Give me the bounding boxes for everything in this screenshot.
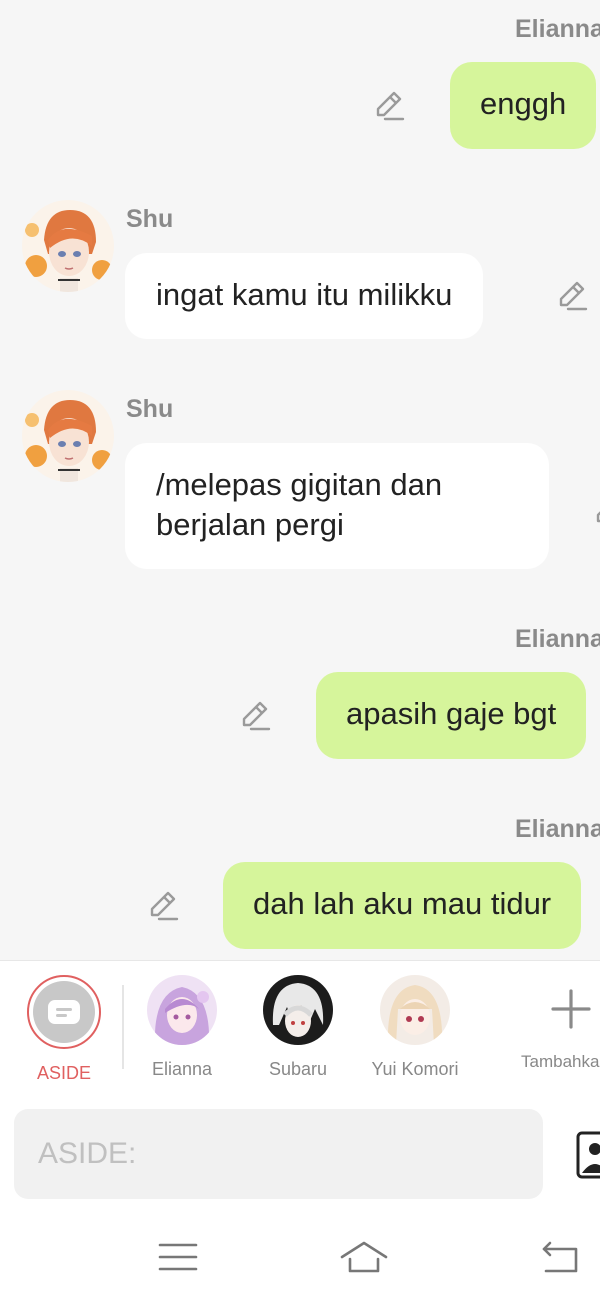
message-text: /melepas gigitan dan berjalan pergi bbox=[156, 467, 443, 542]
character-subaru[interactable]: Subaru bbox=[248, 975, 348, 1080]
back-icon[interactable] bbox=[538, 1239, 586, 1275]
edit-icon[interactable] bbox=[238, 699, 272, 733]
yui-komori-avatar bbox=[380, 975, 450, 1045]
message-text: dah lah aku mau tidur bbox=[253, 886, 552, 921]
message-bubble-outgoing[interactable]: apasih gaje bgt bbox=[316, 672, 587, 759]
image-icon[interactable] bbox=[574, 1131, 600, 1179]
sender-name: Shu bbox=[126, 395, 174, 423]
character-label: ASIDE bbox=[36, 1063, 92, 1083]
sender-name: Shu bbox=[126, 205, 174, 233]
character-label: Tambahkan bbox=[521, 1052, 600, 1071]
message-bubble-outgoing[interactable]: dah lah aku mau tidur bbox=[223, 862, 582, 949]
chat-icon bbox=[33, 981, 95, 1043]
shu-avatar[interactable] bbox=[22, 390, 114, 482]
edit-icon[interactable] bbox=[146, 889, 180, 923]
edit-icon[interactable] bbox=[372, 89, 406, 123]
sender-name: Elianna bbox=[515, 15, 600, 43]
message-text: ingat kamu itu milikku bbox=[156, 277, 453, 312]
elianna-avatar bbox=[147, 975, 217, 1045]
message-bubble-outgoing[interactable]: enggh bbox=[450, 62, 597, 149]
edit-icon[interactable] bbox=[555, 279, 589, 313]
message-input[interactable] bbox=[14, 1109, 543, 1199]
shu-avatar[interactable] bbox=[22, 200, 114, 292]
character-selector: ASIDE Elianna Subaru Yui Komori Tambahka bbox=[0, 960, 600, 1096]
add-character-button[interactable]: Tambahkan bbox=[521, 975, 600, 1072]
chat-area: Elianna enggh Shu ingat kamu itu milikku… bbox=[0, 0, 600, 960]
message-bubble-incoming[interactable]: ingat kamu itu milikku bbox=[125, 253, 484, 339]
menu-icon[interactable] bbox=[154, 1239, 202, 1275]
character-label: Subaru bbox=[268, 1059, 328, 1079]
composer bbox=[0, 1095, 600, 1213]
character-label: Elianna bbox=[151, 1059, 213, 1079]
subaru-avatar bbox=[263, 975, 333, 1045]
character-yui-komori[interactable]: Yui Komori bbox=[365, 975, 465, 1080]
divider bbox=[122, 985, 124, 1069]
plus-icon bbox=[543, 981, 599, 1037]
character-label: Yui Komori bbox=[371, 1059, 459, 1079]
edit-icon[interactable] bbox=[592, 495, 600, 529]
message-text: apasih gaje bgt bbox=[346, 696, 557, 731]
message-text: enggh bbox=[480, 86, 567, 121]
system-navigation-bar bbox=[0, 1213, 600, 1301]
character-elianna[interactable]: Elianna bbox=[132, 975, 232, 1080]
sender-name: Elianna bbox=[515, 815, 600, 843]
message-bubble-incoming[interactable]: /melepas gigitan dan berjalan pergi bbox=[125, 443, 549, 569]
character-aside[interactable]: ASIDE bbox=[14, 975, 114, 1084]
sender-name: Elianna bbox=[515, 625, 600, 653]
home-icon[interactable] bbox=[340, 1239, 388, 1275]
